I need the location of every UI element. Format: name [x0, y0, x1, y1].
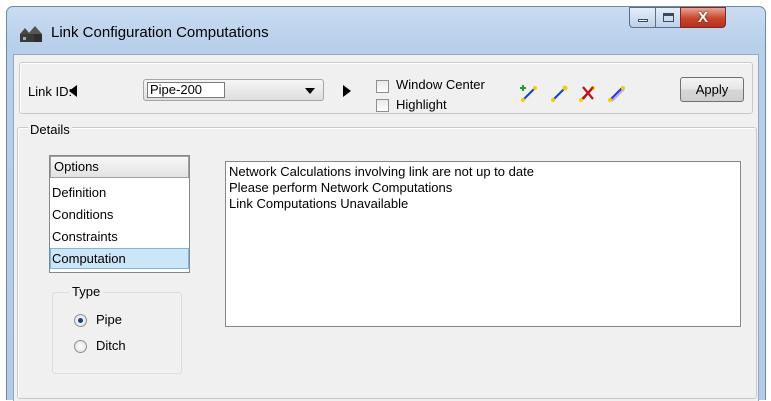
option-conditions[interactable]: Conditions — [50, 204, 189, 225]
dialog-client-area: Link ID: Pipe-200 Window Center Highligh… — [13, 54, 759, 401]
window-center-label: Window Center — [396, 77, 485, 92]
options-header[interactable]: Options — [50, 156, 189, 178]
type-group — [52, 292, 182, 374]
edit-link-icon[interactable] — [606, 82, 628, 104]
chevron-down-icon — [305, 88, 315, 94]
details-legend: Details — [28, 122, 72, 137]
ditch-radio-label: Ditch — [96, 338, 126, 353]
link-id-value: Pipe-200 — [147, 82, 225, 98]
computation-messages: Network Calculations involving link are … — [225, 161, 741, 327]
option-constraints[interactable]: Constraints — [50, 226, 189, 247]
minimize-button[interactable] — [629, 7, 656, 28]
maximize-icon — [662, 13, 674, 22]
app-icon — [20, 26, 42, 42]
link-id-dropdown[interactable]: Pipe-200 — [143, 79, 324, 101]
ditch-radio[interactable] — [74, 340, 87, 353]
window-center-checkbox[interactable] — [376, 80, 389, 93]
link-id-label: Link ID: — [28, 84, 73, 99]
apply-button-label: Apply — [695, 82, 729, 97]
select-link-icon[interactable] — [549, 82, 571, 104]
options-list[interactable]: Options Definition Conditions Constraint… — [49, 155, 190, 273]
highlight-label: Highlight — [396, 97, 447, 112]
message-line: Please perform Network Computations — [229, 180, 453, 195]
pipe-radio-label: Pipe — [96, 312, 123, 327]
maximize-button[interactable] — [655, 7, 681, 28]
next-link-icon[interactable] — [341, 84, 353, 98]
option-computation[interactable]: Computation — [50, 248, 189, 269]
apply-button[interactable]: Apply — [680, 77, 744, 102]
highlight-checkbox[interactable] — [376, 99, 389, 112]
message-line: Link Computations Unavailable — [229, 196, 409, 211]
add-link-icon[interactable] — [519, 82, 541, 104]
type-legend: Type — [69, 284, 104, 299]
pipe-radio[interactable] — [74, 314, 87, 327]
minimize-icon — [637, 19, 648, 22]
delete-link-icon[interactable] — [577, 82, 599, 104]
message-line: Network Calculations involving link are … — [229, 164, 534, 179]
option-definition[interactable]: Definition — [50, 182, 189, 203]
close-button[interactable]: X — [680, 7, 726, 28]
window-title: Link Configuration Computations — [51, 24, 269, 41]
previous-link-icon[interactable] — [67, 84, 79, 98]
close-icon: X — [697, 9, 708, 26]
title-bar[interactable]: Link Configuration Computations X — [7, 7, 765, 53]
dialog-window: Link Configuration Computations X Link I… — [6, 6, 766, 401]
